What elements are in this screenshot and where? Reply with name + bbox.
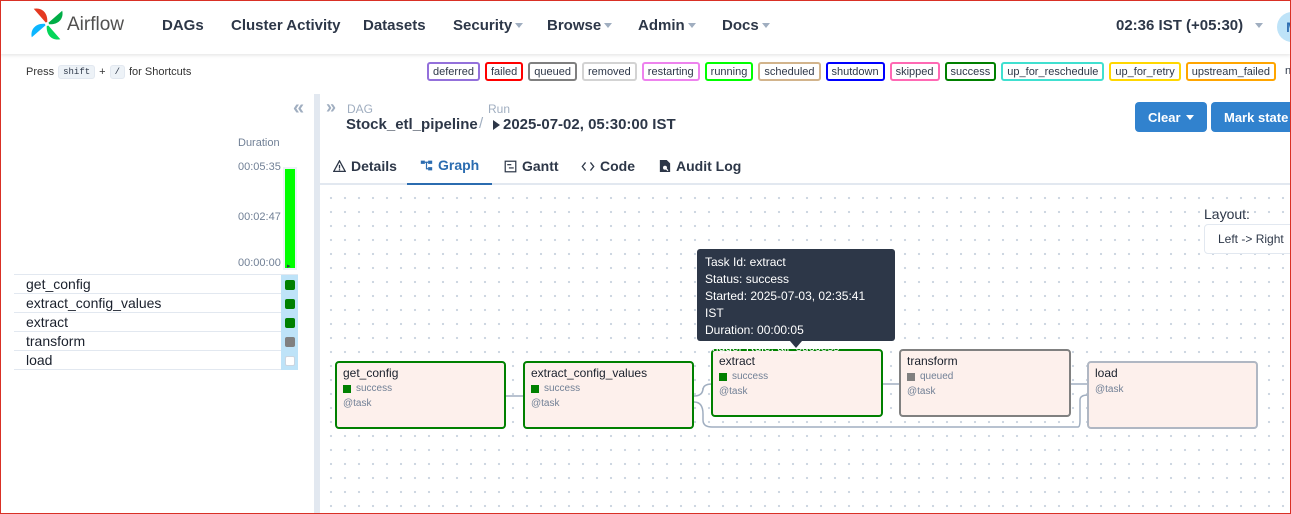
node-operator: @task — [1095, 384, 1124, 395]
graph-node-transform[interactable]: transform queued @task — [899, 349, 1071, 417]
node-status: success — [531, 383, 686, 394]
node-operator: @task — [907, 386, 936, 397]
node-title: extract — [719, 354, 756, 368]
node-status: success — [719, 371, 875, 382]
tooltip-started: Started: 2025-07-03, 02:35:41 IST — [705, 289, 866, 320]
tooltip-status: Status: success — [705, 272, 790, 286]
node-title: load — [1095, 366, 1118, 380]
node-title: transform — [907, 354, 958, 368]
tooltip-arrow — [790, 341, 802, 348]
node-status: success — [343, 383, 498, 394]
node-title: get_config — [343, 366, 399, 380]
task-tooltip: Task Id: extract Status: success Started… — [697, 249, 895, 354]
node-status: queued — [907, 371, 1063, 382]
status-square — [531, 384, 539, 393]
status-square — [907, 372, 915, 381]
edge-extract-config-values-extract — [693, 383, 713, 397]
node-operator: @task — [719, 386, 748, 397]
node-operator: @task — [343, 398, 372, 409]
tooltip-task-id: Task Id: extract — [705, 255, 786, 269]
graph-node-extract-config-values[interactable]: extract_config_values success @task — [523, 361, 694, 429]
status-square — [343, 384, 351, 393]
graph-node-get-config[interactable]: get_config success @task — [335, 361, 506, 429]
node-title: extract_config_values — [531, 366, 648, 380]
status-square — [719, 372, 727, 381]
node-operator: @task — [531, 398, 560, 409]
graph-node-extract[interactable]: extract success @task — [711, 349, 883, 417]
graph-edges — [506, 383, 1089, 428]
graph-node-load[interactable]: load @task — [1087, 361, 1258, 429]
tooltip-duration: Duration: 00:00:05 — [705, 323, 804, 337]
